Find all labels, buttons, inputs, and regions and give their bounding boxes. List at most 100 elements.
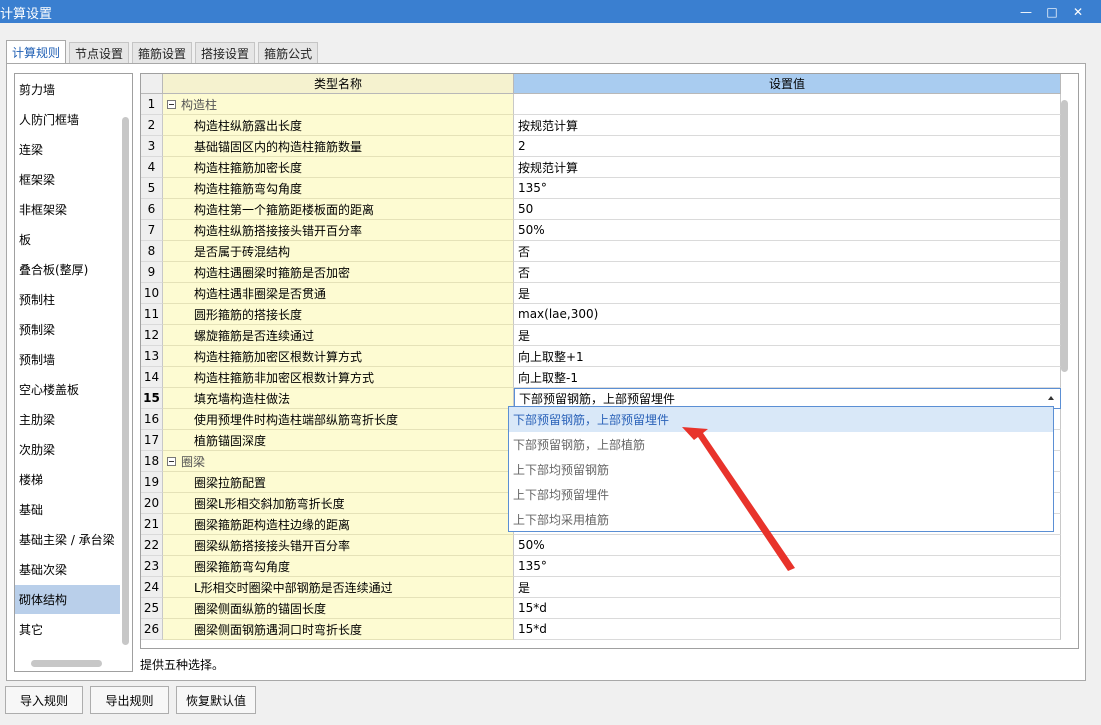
table-row[interactable]: 14 构造柱箍筋非加密区根数计算方式 向上取整-1 <box>141 367 1061 388</box>
table-row[interactable]: 7 构造柱纵筋搭接接头错开百分率 50% <box>141 220 1061 241</box>
tab-2[interactable]: 箍筋设置 <box>132 42 193 64</box>
setting-value-cell[interactable]: max(lae,300) <box>514 304 1061 325</box>
sidebar-item-13[interactable]: 楼梯 <box>15 465 120 494</box>
minimize-icon[interactable]: — <box>1013 0 1039 23</box>
table-row[interactable]: 11 圆形箍筋的搭接长度 max(lae,300) <box>141 304 1061 325</box>
row-number: 20 <box>141 493 163 514</box>
table-row[interactable]: 2 构造柱纵筋露出长度 按规范计算 <box>141 115 1061 136</box>
row-number: 3 <box>141 136 163 157</box>
table-row[interactable]: 13 构造柱箍筋加密区根数计算方式 向上取整+1 <box>141 346 1061 367</box>
setting-value-cell[interactable]: 2 <box>514 136 1061 157</box>
table-row[interactable]: 25 圈梁侧面纵筋的锚固长度 15*d <box>141 598 1061 619</box>
sidebar-item-10[interactable]: 空心楼盖板 <box>15 375 120 404</box>
dropdown-option-2[interactable]: 上下部均预留钢筋 <box>509 457 1053 482</box>
sidebar-item-6[interactable]: 叠合板(整厚) <box>15 255 120 284</box>
sidebar-item-15[interactable]: 基础主梁 / 承台梁 <box>15 525 120 554</box>
row-number: 13 <box>141 346 163 367</box>
setting-value-cell[interactable]: 50% <box>514 535 1061 556</box>
table-row[interactable]: 1 构造柱 <box>141 94 1061 115</box>
sidebar-item-12[interactable]: 次肋梁 <box>15 435 120 464</box>
setting-value-cell[interactable]: 135° <box>514 178 1061 199</box>
dropdown-option-1[interactable]: 下部预留钢筋，上部植筋 <box>509 432 1053 457</box>
tab-0[interactable]: 计算规则 <box>6 40 67 64</box>
sidebar-item-4[interactable]: 非框架梁 <box>15 195 120 224</box>
sidebar-item-8[interactable]: 预制梁 <box>15 315 120 344</box>
row-number: 5 <box>141 178 163 199</box>
type-name-text: 螺旋箍筋是否连续通过 <box>194 328 315 343</box>
row-number: 19 <box>141 472 163 493</box>
type-name-text: 圆形箍筋的搭接长度 <box>194 307 303 322</box>
dropdown-arrow-icon[interactable] <box>1048 396 1054 400</box>
maximize-icon[interactable]: □ <box>1039 0 1065 23</box>
table-row[interactable]: 10 构造柱遇非圈梁是否贯通 是 <box>141 283 1061 304</box>
restore-defaults-button[interactable]: 恢复默认值 <box>176 686 256 714</box>
tab-4[interactable]: 箍筋公式 <box>258 42 319 64</box>
setting-value-cell[interactable]: 是 <box>514 577 1061 598</box>
description-text: 提供五种选择。 <box>140 658 225 672</box>
setting-value-cell[interactable]: 是 <box>514 283 1061 304</box>
dropdown-option-4[interactable]: 上下部均采用植筋 <box>509 507 1053 532</box>
setting-value-cell[interactable]: 50% <box>514 220 1061 241</box>
close-icon[interactable]: ✕ <box>1065 0 1091 23</box>
table-row[interactable]: 26 圈梁侧面钢筋遇洞口时弯折长度 15*d <box>141 619 1061 640</box>
sidebar-item-11[interactable]: 主肋梁 <box>15 405 120 434</box>
grid-vertical-scrollbar[interactable] <box>1061 100 1068 372</box>
table-row[interactable]: 23 圈梁箍筋弯勾角度 135° <box>141 556 1061 577</box>
setting-value-cell[interactable]: 向上取整-1 <box>514 367 1061 388</box>
value-dropdown-list[interactable]: 下部预留钢筋，上部预留埋件 下部预留钢筋，上部植筋 上下部均预留钢筋 上下部均预留埋件… <box>508 406 1054 532</box>
collapse-icon[interactable] <box>167 456 176 466</box>
table-row[interactable]: 6 构造柱第一个箍筋距楼板面的距离 50 <box>141 199 1061 220</box>
row-number: 11 <box>141 304 163 325</box>
dropdown-option-3[interactable]: 上下部均预留埋件 <box>509 482 1053 507</box>
category-list[interactable]: 剪力墙 人防门框墙 连梁 框架梁 非框架梁板叠合板(整厚) 预制柱 预制梁 预制墙 空心楼盖板主… <box>14 73 133 672</box>
dropdown-option-0[interactable]: 下部预留钢筋，上部预留埋件 <box>509 407 1053 432</box>
sidebar-item-17[interactable]: 砌体结构 <box>15 585 120 614</box>
table-row[interactable]: 24 L形相交时圈梁中部钢筋是否连续通过 是 <box>141 577 1061 598</box>
tab-1[interactable]: 节点设置 <box>69 42 130 64</box>
type-name-cell: 使用预埋件时构造柱端部纵筋弯折长度 <box>163 409 514 430</box>
table-row[interactable]: 4 构造柱箍筋加密长度 按规范计算 <box>141 157 1061 178</box>
setting-value-cell[interactable]: 否 <box>514 262 1061 283</box>
setting-value-text: 50% <box>518 223 545 237</box>
setting-value-cell[interactable]: 否 <box>514 241 1061 262</box>
setting-value-cell[interactable]: 50 <box>514 199 1061 220</box>
setting-value-cell[interactable]: 135° <box>514 556 1061 577</box>
import-rules-button[interactable]: 导入规则 <box>5 686 83 714</box>
sidebar-item-7[interactable]: 预制柱 <box>15 285 120 314</box>
setting-value-cell[interactable]: 是 <box>514 325 1061 346</box>
tab-3[interactable]: 搭接设置 <box>195 42 256 64</box>
sidebar-item-18[interactable]: 其它 <box>15 615 120 644</box>
table-row[interactable]: 12 螺旋箍筋是否连续通过 是 <box>141 325 1061 346</box>
sidebar-item-5[interactable]: 板 <box>15 225 120 254</box>
sidebar-item-9[interactable]: 预制墙 <box>15 345 120 374</box>
group-name-cell: 构造柱 <box>163 94 514 115</box>
table-row[interactable]: 3 基础锚固区内的构造柱箍筋数量 2 <box>141 136 1061 157</box>
row-number: 4 <box>141 157 163 178</box>
sidebar-item-2[interactable]: 连梁 <box>15 135 120 164</box>
setting-value-cell[interactable]: 按规范计算 <box>514 115 1061 136</box>
type-name-text: 使用预埋件时构造柱端部纵筋弯折长度 <box>194 412 399 427</box>
category-list-vertical-scrollbar[interactable] <box>122 117 129 645</box>
sidebar-item-14[interactable]: 基础 <box>15 495 120 524</box>
setting-value-text: 是 <box>518 286 531 301</box>
setting-value-cell[interactable]: 15*d <box>514 619 1061 640</box>
collapse-icon[interactable] <box>167 99 176 109</box>
table-row[interactable]: 9 构造柱遇圈梁时箍筋是否加密 否 <box>141 262 1061 283</box>
sidebar-item-3[interactable]: 框架梁 <box>15 165 120 194</box>
type-name-text: 圈梁 <box>181 454 206 469</box>
type-name-text: 圈梁L形相交斜加筋弯折长度 <box>194 496 345 511</box>
setting-value-cell[interactable]: 按规范计算 <box>514 157 1061 178</box>
type-name-cell: 构造柱纵筋搭接接头错开百分率 <box>163 220 514 241</box>
sidebar-item-1[interactable]: 人防门框墙 <box>15 105 120 134</box>
table-row[interactable]: 5 构造柱箍筋弯勾角度 135° <box>141 178 1061 199</box>
setting-value-cell[interactable]: 15*d <box>514 598 1061 619</box>
sidebar-item-16[interactable]: 基础次梁 <box>15 555 120 584</box>
table-row[interactable]: 8 是否属于砖混结构 否 <box>141 241 1061 262</box>
export-rules-button[interactable]: 导出规则 <box>90 686 169 714</box>
setting-value-cell[interactable]: 向上取整+1 <box>514 346 1061 367</box>
table-row[interactable]: 22 圈梁纵筋搭接接头错开百分率 50% <box>141 535 1061 556</box>
row-number: 12 <box>141 325 163 346</box>
setting-value-cell[interactable] <box>514 94 1061 115</box>
sidebar-item-0[interactable]: 剪力墙 <box>15 75 120 104</box>
category-list-horizontal-scrollbar[interactable] <box>31 660 102 667</box>
